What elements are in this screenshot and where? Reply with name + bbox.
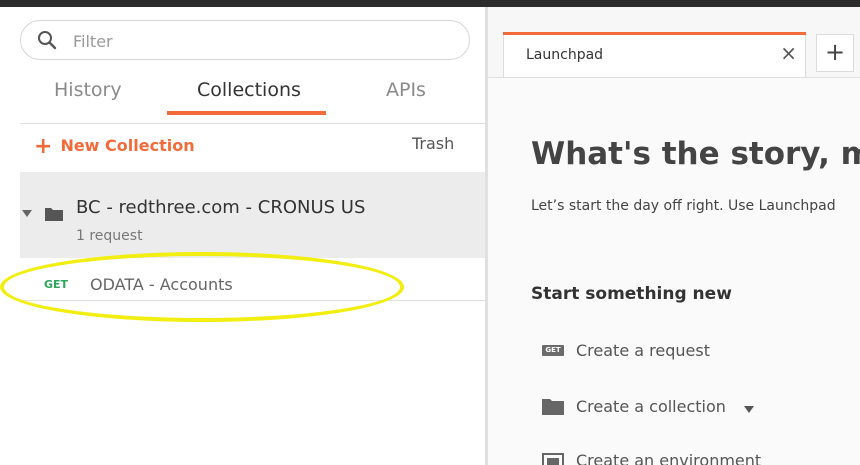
active-tab-indicator bbox=[167, 111, 326, 115]
plus-icon: + bbox=[34, 134, 53, 159]
main-pane: Launchpad × + What's the story, m Let’s … bbox=[488, 7, 860, 465]
create-request-label: Create a request bbox=[576, 341, 710, 360]
tab-collections[interactable]: Collections bbox=[197, 79, 301, 101]
filter-input[interactable] bbox=[71, 29, 455, 53]
active-tab-accent bbox=[503, 32, 806, 35]
tab-apis[interactable]: APIs bbox=[386, 79, 426, 101]
close-icon[interactable]: × bbox=[780, 41, 797, 65]
folder-icon bbox=[542, 399, 564, 415]
new-tab-button[interactable]: + bbox=[816, 34, 854, 72]
tab-bar: Launchpad × + bbox=[488, 7, 860, 78]
get-request-icon: GET bbox=[542, 345, 564, 356]
collection-item[interactable]: BC - redthree.com - CRONUS US 1 request bbox=[20, 172, 485, 258]
new-collection-button[interactable]: + New Collection bbox=[34, 132, 195, 159]
collection-request-count: 1 request bbox=[76, 228, 143, 244]
folder-icon bbox=[45, 208, 63, 221]
request-method-badge: GET bbox=[44, 278, 69, 291]
search-icon bbox=[38, 31, 57, 50]
sidebar-tabs: History Collections APIs bbox=[20, 67, 485, 117]
trash-button[interactable]: Trash bbox=[412, 134, 454, 153]
tab-title: Launchpad bbox=[526, 47, 604, 63]
window-top-bar bbox=[0, 0, 860, 7]
sidebar: History Collections APIs + New Collection… bbox=[20, 7, 485, 465]
divider bbox=[20, 123, 485, 124]
new-collection-label: New Collection bbox=[60, 136, 195, 155]
page-title: What's the story, m bbox=[531, 136, 860, 172]
create-collection-label: Create a collection bbox=[576, 397, 726, 416]
section-title: Start something new bbox=[531, 284, 732, 304]
tab-history[interactable]: History bbox=[54, 79, 122, 101]
filter-box[interactable] bbox=[20, 20, 470, 60]
collection-name: BC - redthree.com - CRONUS US bbox=[76, 197, 366, 218]
page-subtitle: Let’s start the day off right. Use Launc… bbox=[531, 198, 836, 214]
tab-launchpad[interactable]: Launchpad × bbox=[503, 32, 806, 77]
caret-down-icon[interactable] bbox=[22, 210, 32, 217]
launchpad-content: What's the story, m Let’s start the day … bbox=[488, 78, 860, 465]
create-environment-label: Create an environment bbox=[576, 451, 762, 465]
environment-icon bbox=[542, 453, 564, 465]
sidebar-gutter bbox=[0, 7, 20, 465]
request-name: ODATA - Accounts bbox=[90, 275, 233, 294]
request-item[interactable]: GET ODATA - Accounts bbox=[20, 258, 485, 301]
chevron-down-icon[interactable] bbox=[744, 406, 754, 413]
